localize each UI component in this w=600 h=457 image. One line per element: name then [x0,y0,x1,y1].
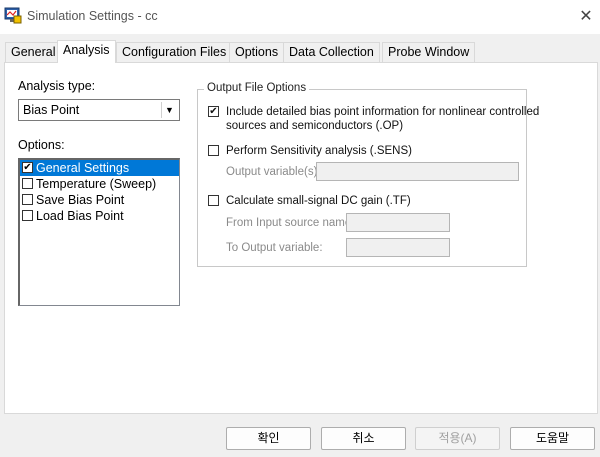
analysis-type-label: Analysis type: [18,79,96,93]
to-output-variable-field[interactable] [346,238,450,257]
from-input-source-label: From Input source name: [226,217,355,229]
options-list[interactable]: ✔ General Settings Temperature (Sweep) S… [18,158,180,306]
tab-analysis[interactable]: Analysis [57,40,116,63]
option-checkbox[interactable]: ✔ [22,162,33,173]
apply-button[interactable]: 적용(A) [415,427,500,450]
ok-button[interactable]: 확인 [226,427,311,450]
help-button[interactable]: 도움말 [510,427,595,450]
tab-data-collection[interactable]: Data Collection [283,42,380,62]
options-label: Options: [18,138,65,152]
from-input-source-field[interactable] [346,213,450,232]
option-load-bias-point[interactable]: Load Bias Point [20,208,179,224]
window-title: Simulation Settings - cc [27,9,158,23]
include-detailed-label-line1: Include detailed bias point information … [226,106,540,118]
option-checkbox[interactable] [22,178,33,189]
dc-gain-checkbox-row[interactable]: Calculate small-signal DC gain (.TF) [208,194,508,208]
tab-options[interactable]: Options [229,42,285,62]
simulation-app-icon [4,7,22,24]
close-icon: ✕ [579,8,593,25]
option-checkbox[interactable] [22,194,33,205]
tab-strip: General Analysis Configuration Files Opt… [0,40,600,63]
output-variable-label: Output variable(s): [226,166,321,178]
tab-configuration-files[interactable]: Configuration Files [116,42,233,62]
output-file-options-group: Output File Options ✔ Include detailed b… [197,82,539,267]
option-temperature-sweep[interactable]: Temperature (Sweep) [20,176,179,192]
include-detailed-checkbox-row[interactable]: ✔ Include detailed bias point informatio… [208,105,539,135]
option-label: Load Bias Point [36,209,124,223]
option-label: General Settings [36,161,130,175]
include-detailed-checkbox[interactable]: ✔ [208,106,219,117]
option-general-settings[interactable]: ✔ General Settings [20,160,179,176]
chevron-down-icon[interactable]: ▼ [161,102,177,118]
analysis-type-dropdown[interactable]: Bias Point ▼ [18,99,180,121]
option-label: Temperature (Sweep) [36,177,157,191]
analysis-type-value: Bias Point [23,103,80,117]
close-button[interactable]: ✕ [572,4,600,30]
dc-gain-checkbox[interactable] [208,195,219,206]
tab-general[interactable]: General [5,42,62,62]
sensitivity-checkbox[interactable] [208,145,219,156]
cancel-button[interactable]: 취소 [321,427,406,450]
dc-gain-label: Calculate small-signal DC gain (.TF) [226,195,411,207]
output-variable-field[interactable] [316,162,519,181]
to-output-variable-label: To Output variable: [226,242,323,254]
sensitivity-label: Perform Sensitivity analysis (.SENS) [226,145,412,157]
group-title: Output File Options [204,82,310,94]
option-save-bias-point[interactable]: Save Bias Point [20,192,179,208]
tab-probe-window[interactable]: Probe Window [382,42,476,62]
option-label: Save Bias Point [36,193,125,207]
analysis-panel: Analysis type: Bias Point ▼ Options: ✔ G… [4,62,598,414]
title-bar: Simulation Settings - cc ✕ [0,0,600,34]
option-checkbox[interactable] [22,210,33,221]
include-detailed-label-line2: sources and semiconductors (.OP) [226,120,404,132]
sensitivity-checkbox-row[interactable]: Perform Sensitivity analysis (.SENS) [208,144,508,158]
